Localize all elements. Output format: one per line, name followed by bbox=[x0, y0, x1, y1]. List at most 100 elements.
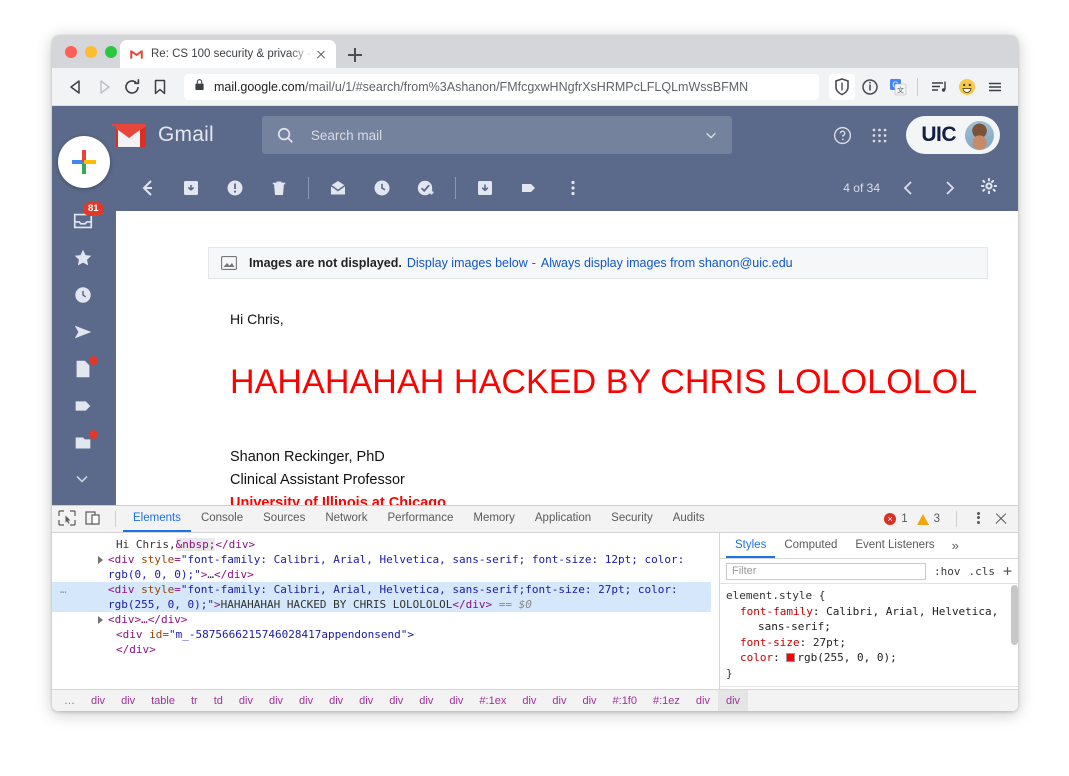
maximize-window-button[interactable] bbox=[105, 46, 117, 58]
sidebar-item-drafts[interactable] bbox=[72, 356, 98, 382]
breadcrumb-item[interactable]: #:1ez bbox=[645, 690, 688, 711]
sidebar-item-labels[interactable] bbox=[72, 395, 96, 419]
breadcrumb-item[interactable]: div bbox=[574, 690, 604, 711]
sidebar-item-inbox[interactable]: 81 bbox=[72, 202, 104, 234]
inspect-cursor-icon[interactable] bbox=[56, 508, 82, 530]
add-to-tasks-icon[interactable] bbox=[409, 171, 443, 205]
chevron-left-icon[interactable] bbox=[896, 175, 922, 201]
new-style-rule-button[interactable]: + bbox=[1003, 564, 1012, 579]
breadcrumb-item[interactable]: table bbox=[143, 690, 183, 711]
sidebar-item-categories[interactable] bbox=[72, 430, 98, 456]
always-display-images-link[interactable]: Always display images from shanon@uic.ed… bbox=[541, 256, 793, 270]
media-playlist-icon[interactable] bbox=[926, 74, 952, 100]
minimize-window-button[interactable] bbox=[85, 46, 97, 58]
breadcrumb-item[interactable]: div bbox=[717, 690, 749, 711]
breadcrumb-item[interactable]: div bbox=[411, 690, 441, 711]
breadcrumb-item[interactable]: tr bbox=[183, 690, 206, 711]
forward-arrow-icon[interactable] bbox=[90, 73, 118, 101]
tab-memory[interactable]: Memory bbox=[463, 506, 525, 532]
dom-node-selected[interactable]: … <div style="font-family: Calibri, Aria… bbox=[52, 582, 711, 612]
tab-console[interactable]: Console bbox=[191, 506, 253, 532]
breadcrumb-item[interactable]: div bbox=[544, 690, 574, 711]
device-toolbar-icon[interactable] bbox=[82, 508, 108, 530]
styles-filter-input[interactable]: Filter bbox=[726, 562, 926, 580]
breadcrumb-item[interactable]: div bbox=[231, 690, 261, 711]
move-to-icon[interactable] bbox=[468, 171, 502, 205]
brave-shield-icon[interactable] bbox=[829, 73, 855, 100]
address-bar[interactable]: mail.google.com/mail/u/1/#search/from%3A… bbox=[184, 73, 819, 100]
sidebar-item-more[interactable] bbox=[72, 469, 96, 493]
breadcrumb-item[interactable]: td bbox=[206, 690, 231, 711]
bookmark-icon[interactable] bbox=[146, 73, 174, 101]
declaration[interactable]: font-family: Calibri, Arial, Helvetica, bbox=[726, 604, 1012, 620]
back-arrow-icon[interactable] bbox=[62, 73, 90, 101]
chevron-right-icon[interactable] bbox=[936, 175, 962, 201]
close-tab-button[interactable] bbox=[313, 46, 329, 62]
tab-application[interactable]: Application bbox=[525, 506, 601, 532]
breadcrumb-item[interactable]: div bbox=[321, 690, 351, 711]
dom-node-appendonsend-close[interactable]: </div> bbox=[52, 642, 711, 657]
more-tabs-icon[interactable]: » bbox=[944, 538, 967, 553]
more-options-icon[interactable] bbox=[556, 171, 590, 205]
google-translate-icon[interactable]: G 文 bbox=[885, 74, 911, 100]
kebab-menu-icon[interactable] bbox=[969, 510, 987, 528]
profile-emoji-icon[interactable] bbox=[954, 74, 980, 100]
breadcrumb-item[interactable]: div bbox=[514, 690, 544, 711]
reload-icon[interactable] bbox=[118, 73, 146, 101]
report-spam-icon[interactable] bbox=[218, 171, 252, 205]
delete-icon[interactable] bbox=[262, 171, 296, 205]
dom-tree-pane[interactable]: Hi Chris,&nbsp;</div> <div style="font-f… bbox=[52, 533, 720, 689]
browser-menu-icon[interactable] bbox=[982, 74, 1008, 100]
display-images-link[interactable]: Display images below bbox=[407, 256, 528, 270]
account-switcher[interactable]: UIC bbox=[906, 116, 1000, 154]
gear-icon[interactable] bbox=[978, 175, 1004, 201]
error-icon[interactable]: × bbox=[884, 513, 897, 525]
dom-collapsed-children[interactable]: … bbox=[207, 568, 214, 581]
back-arrow-icon[interactable] bbox=[130, 171, 164, 205]
tab-elements[interactable]: Elements bbox=[123, 506, 191, 532]
close-window-button[interactable] bbox=[65, 46, 77, 58]
tab-styles[interactable]: Styles bbox=[726, 533, 776, 558]
apps-grid-icon[interactable] bbox=[870, 126, 889, 145]
breadcrumb-item[interactable]: #:1ex bbox=[471, 690, 514, 711]
cls-toggle-button[interactable]: .cls bbox=[968, 565, 995, 578]
archive-icon[interactable] bbox=[174, 171, 208, 205]
snooze-icon[interactable] bbox=[365, 171, 399, 205]
warning-icon[interactable] bbox=[916, 513, 929, 525]
declaration[interactable]: color: rgb(255, 0, 0); bbox=[726, 650, 1012, 666]
sidebar-item-starred[interactable] bbox=[72, 247, 96, 271]
expand-triangle-icon[interactable] bbox=[98, 556, 103, 564]
breadcrumb-item[interactable]: div bbox=[688, 690, 718, 711]
breadcrumb-item[interactable]: div bbox=[381, 690, 411, 711]
sidebar-item-snoozed[interactable] bbox=[72, 284, 96, 308]
color-swatch[interactable] bbox=[786, 653, 796, 662]
page-info-icon[interactable] bbox=[857, 74, 883, 100]
breadcrumb-item[interactable]: div bbox=[351, 690, 381, 711]
tab-performance[interactable]: Performance bbox=[378, 506, 464, 532]
avatar[interactable] bbox=[965, 120, 994, 150]
breadcrumb-item[interactable]: div bbox=[83, 690, 113, 711]
dom-node-12pt[interactable]: <div style="font-family: Calibri, Arial,… bbox=[52, 552, 711, 582]
mark-unread-icon[interactable] bbox=[321, 171, 355, 205]
breadcrumb-item[interactable]: div bbox=[113, 690, 143, 711]
breadcrumb-item[interactable]: … bbox=[56, 690, 83, 711]
dom-node-appendonsend[interactable]: <div id="m_-5875666215746028417appendons… bbox=[52, 627, 711, 642]
expand-triangle-icon[interactable] bbox=[98, 616, 103, 624]
breadcrumb-item[interactable]: div bbox=[441, 690, 471, 711]
styles-scrollbar[interactable] bbox=[1011, 585, 1018, 645]
compose-plus-icon[interactable] bbox=[58, 136, 110, 188]
sidebar-item-sent[interactable] bbox=[72, 321, 96, 345]
tab-network[interactable]: Network bbox=[315, 506, 377, 532]
search-input[interactable]: Search mail bbox=[261, 116, 732, 154]
labels-icon[interactable] bbox=[512, 171, 546, 205]
dom-line-text[interactable]: Hi Chris,&nbsp;</div> bbox=[52, 537, 711, 552]
new-tab-button[interactable] bbox=[342, 42, 368, 68]
tab-audits[interactable]: Audits bbox=[663, 506, 715, 532]
close-icon[interactable] bbox=[992, 510, 1010, 528]
breadcrumb-item[interactable]: #:1f0 bbox=[605, 690, 645, 711]
tab-event-listeners[interactable]: Event Listeners bbox=[846, 533, 943, 558]
declaration[interactable]: font-size: 27pt; bbox=[726, 635, 1012, 651]
tab-computed[interactable]: Computed bbox=[775, 533, 846, 558]
breadcrumb-item[interactable]: div bbox=[261, 690, 291, 711]
browser-tab[interactable]: Re: CS 100 security & privacy - bbox=[120, 40, 336, 68]
